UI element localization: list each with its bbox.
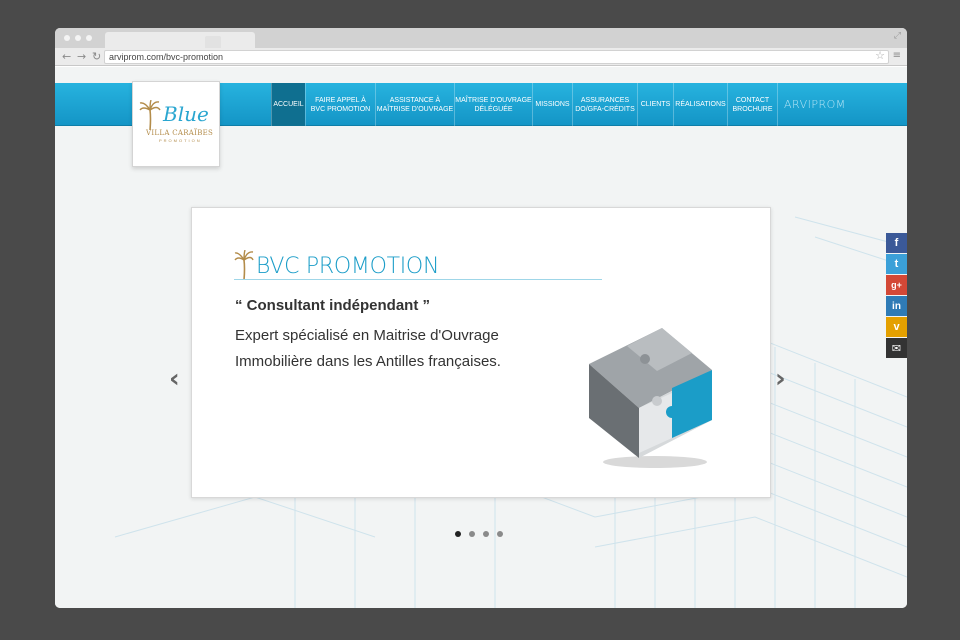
star-icon[interactable]: ☆ [875, 49, 885, 62]
chevron-left-icon[interactable]: ‹ [169, 366, 180, 392]
google-plus-icon[interactable]: g+ [886, 275, 907, 295]
url-field[interactable]: arviprom.com/bvc-promotion ☆ [104, 49, 889, 64]
new-tab-button[interactable] [205, 36, 221, 48]
nav-item-contact[interactable]: CONTACT BROCHURE [727, 83, 777, 126]
social-share-bar: f t g+ in v ✉ [886, 233, 907, 359]
page-viewport: ACCUEIL FAIRE APPEL À BVC PROMOTION ASSI… [55, 67, 907, 608]
nav-item-assurances[interactable]: ASSURANCES DO/GFA-CRÉDITS [572, 83, 637, 126]
palm-tree-icon [139, 100, 161, 130]
twitter-icon[interactable]: t [886, 254, 907, 274]
logo-tagline: PROMOTION [159, 138, 202, 143]
palm-tree-icon [234, 250, 254, 280]
slide-text-line-2: Immobilière dans les Antilles françaises… [235, 353, 501, 370]
carousel-slide: BVC PROMOTION “ Consultant indépendant ”… [191, 207, 771, 498]
nav-item-maitrise-deleguee[interactable]: MAÎTRISE D'OUVRAGE DÉLÉGUÉE [454, 83, 532, 126]
nav-item-assistance[interactable]: ASSISTANCE À MAÎTRISE D'OUVRAGE [375, 83, 454, 126]
nav-item-faire-appel[interactable]: FAIRE APPEL À BVC PROMOTION [305, 83, 375, 126]
facebook-icon[interactable]: f [886, 233, 907, 253]
browser-titlebar: ⤢ [55, 28, 907, 48]
pager-dot-4[interactable] [497, 531, 503, 537]
window-maximize-dot[interactable] [86, 35, 92, 41]
back-arrow-icon[interactable]: ← [62, 49, 71, 65]
site-logo[interactable]: Blue VILLA CARAÏBES PROMOTION [132, 81, 220, 167]
expand-icon[interactable]: ⤢ [894, 31, 901, 41]
puzzle-cube-icon [589, 328, 712, 468]
chevron-right-icon[interactable]: › [775, 366, 786, 392]
linkedin-icon[interactable]: in [886, 296, 907, 316]
window-minimize-dot[interactable] [75, 35, 81, 41]
logo-word: Blue [163, 102, 209, 126]
nav-brand-arviprom[interactable]: ARVIPROM [777, 83, 846, 126]
title-divider [234, 279, 602, 280]
logo-subtitle: VILLA CARAÏBES [146, 129, 214, 137]
pager-dot-3[interactable] [483, 531, 489, 537]
email-icon[interactable]: ✉ [886, 338, 907, 358]
nav-item-realisations[interactable]: RÉALISATIONS [673, 83, 727, 126]
pager-dot-1[interactable] [455, 531, 461, 537]
window-close-dot[interactable] [64, 35, 70, 41]
viadeo-icon[interactable]: v [886, 317, 907, 337]
nav-item-missions[interactable]: MISSIONS [532, 83, 572, 126]
browser-window: ⤢ ← → ↻ arviprom.com/bvc-promotion ☆ ≡ A… [55, 28, 907, 608]
slide-quote: “ Consultant indépendant ” [235, 297, 430, 314]
menu-icon[interactable]: ≡ [893, 50, 901, 61]
slide-title: BVC PROMOTION [256, 254, 440, 279]
address-bar: ← → ↻ arviprom.com/bvc-promotion ☆ ≡ [55, 48, 907, 66]
pager-dot-2[interactable] [469, 531, 475, 537]
browser-tab[interactable] [105, 32, 255, 48]
forward-arrow-icon[interactable]: → [77, 49, 86, 65]
nav-item-clients[interactable]: CLIENTS [637, 83, 673, 126]
carousel-pager [455, 531, 503, 537]
url-text: arviprom.com/bvc-promotion [109, 52, 224, 62]
nav-item-accueil[interactable]: ACCUEIL [271, 83, 305, 126]
reload-icon[interactable]: ↻ [92, 49, 101, 65]
slide-text-line-1: Expert spécialisé en Maitrise d'Ouvrage [235, 327, 499, 344]
